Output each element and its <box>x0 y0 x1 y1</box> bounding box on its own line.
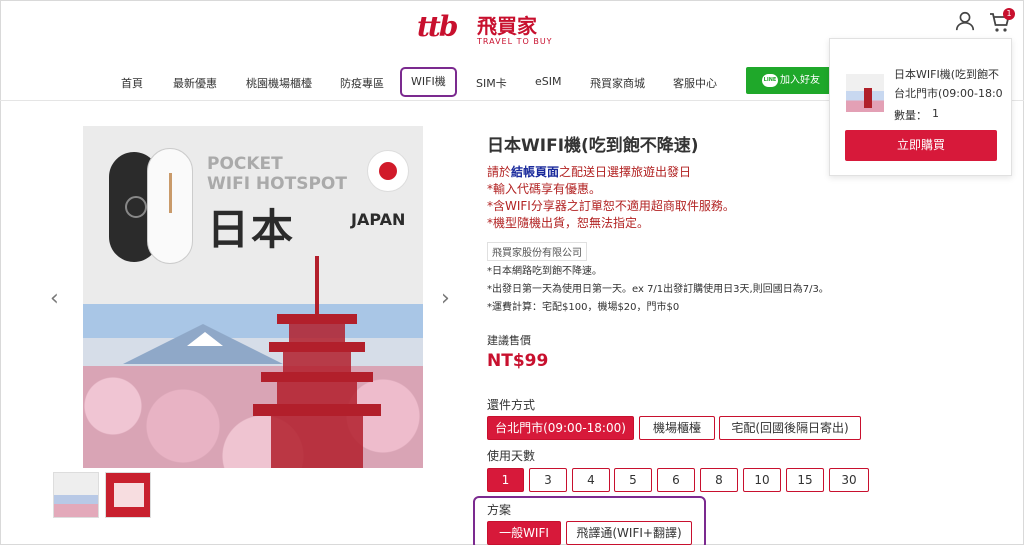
cart-popup: 日本WIFI機(吃到飽不 台北門市(09:00-18:0 數量： 1 立即購買 <box>829 38 1012 176</box>
logo-subtitle: TRAVEL TO BUY <box>477 37 553 46</box>
logo-mark: ttb <box>417 10 458 43</box>
checkout-note-post: 之配送日選擇旅遊出發日 <box>559 165 692 179</box>
pagoda-body-2 <box>283 352 351 372</box>
seller-tag[interactable]: 飛買家股份有限公司 <box>487 242 587 261</box>
mount-fuji-snowcap <box>187 332 223 346</box>
nav-item-sim[interactable]: SIM卡 <box>476 75 507 91</box>
cart-count-badge: 1 <box>1003 8 1015 20</box>
return-method-label: 還件方式 <box>487 398 536 412</box>
nav-item-airport-counter[interactable]: 桃園機場櫃檯 <box>246 75 312 91</box>
product-main-image: POCKET WIFI HOTSPOT 日本 JAPAN <box>83 126 423 468</box>
nav-item-customer-service[interactable]: 客服中心 <box>673 75 717 91</box>
pagoda-spire <box>315 256 319 316</box>
pagoda-body-1 <box>289 324 345 342</box>
user-icon[interactable] <box>954 10 976 32</box>
thumbnail-2-label-box <box>114 483 144 507</box>
line-add-friend-button[interactable]: LINE 加入好友 <box>746 67 832 94</box>
pagoda-roof-2 <box>269 342 365 352</box>
cart-item-thumbnail[interactable] <box>846 74 884 112</box>
image-pocket-text: POCKET WIFI HOTSPOT <box>207 154 347 194</box>
plan-option-standard-wifi[interactable]: 一般WIFI <box>487 521 561 545</box>
desc-unlimited: *日本網路吃到飽不降速。 <box>487 266 602 277</box>
cart-item-name[interactable]: 日本WIFI機(吃到飽不 <box>894 66 999 82</box>
days-option-4[interactable]: 4 <box>572 468 610 492</box>
return-option-airport-counter[interactable]: 機場櫃檯 <box>639 416 715 440</box>
cart-qty-label: 數量： <box>894 109 927 122</box>
image-japan-zh: 日本 <box>207 205 296 254</box>
nav-item-home[interactable]: 首頁 <box>121 75 143 91</box>
site-logo[interactable]: ttb 飛買家 TRAVEL TO BUY <box>417 10 552 50</box>
days-option-3[interactable]: 3 <box>529 468 567 492</box>
japan-flag-icon <box>367 150 409 192</box>
days-option-30[interactable]: 30 <box>829 468 869 492</box>
cart-qty-value: 1 <box>932 107 939 120</box>
usage-days-label: 使用天數 <box>487 449 536 463</box>
pagoda-roof-1 <box>277 314 357 324</box>
logo-brand: 飛買家 <box>477 14 537 38</box>
pagoda-body-3 <box>277 382 357 404</box>
checkout-note: 請於結帳頁面之配送日選擇旅遊出發日 <box>487 163 691 180</box>
image-japan-en: JAPAN <box>351 210 406 229</box>
checkout-page-link[interactable]: 結帳頁面 <box>511 165 559 179</box>
white-wifi-device <box>147 148 193 264</box>
nav-item-offers[interactable]: 最新優惠 <box>173 75 217 91</box>
days-option-5[interactable]: 5 <box>614 468 652 492</box>
pagoda-base <box>271 416 363 468</box>
return-option-home-delivery[interactable]: 宅配(回國後隔日寄出) <box>719 416 861 440</box>
days-option-8[interactable]: 8 <box>700 468 738 492</box>
promo-code-note: *輸入代碼享有優惠。 <box>487 182 602 196</box>
random-model-note: *機型隨機出貨，恕無法指定。 <box>487 216 650 230</box>
checkout-note-pre: 請於 <box>487 165 512 179</box>
cart-item-option: 台北門市(09:00-18:0 <box>894 87 1003 100</box>
pagoda-roof-3 <box>261 372 373 382</box>
nav-item-epidemic[interactable]: 防疫專區 <box>340 75 384 91</box>
image-pocket-line1: POCKET <box>207 154 283 174</box>
cart-thumb-pagoda <box>864 88 872 108</box>
days-option-15[interactable]: 15 <box>786 468 824 492</box>
product-thumbnail-2[interactable] <box>105 472 151 518</box>
image-pocket-line2: WIFI HOTSPOT <box>207 174 347 194</box>
nav-item-mall[interactable]: 飛買家商城 <box>590 75 645 91</box>
nav-item-esim[interactable]: eSIM <box>535 75 562 88</box>
desc-shipping-fee: *運費計算：宅配$100，機場$20，門市$0 <box>487 302 680 313</box>
nav-item-wifi[interactable]: WIFI機 <box>400 67 457 97</box>
price-value: NT$99 <box>487 351 549 371</box>
desc-usage-day: *出發日第一天為使用日第一天。ex 7/1出發訂購使用日3天,則回國日為7/3。 <box>487 284 829 295</box>
pagoda-roof-4 <box>253 404 381 416</box>
days-option-6[interactable]: 6 <box>657 468 695 492</box>
return-option-taipei-store[interactable]: 台北門市(09:00-18:00) <box>487 416 634 440</box>
plan-option-wifi-translator[interactable]: 飛譯通(WIFI+翻譯) <box>566 521 692 545</box>
buy-now-button[interactable]: 立即購買 <box>845 130 997 161</box>
plan-label: 方案 <box>487 503 512 517</box>
product-title: 日本WIFI機(吃到飽不降速) <box>487 136 699 156</box>
price-label: 建議售價 <box>487 334 531 347</box>
next-image-arrow-icon[interactable]: › <box>441 286 450 311</box>
no-convenience-store-note: *含WIFI分享器之訂單恕不適用超商取件服務。 <box>487 199 735 213</box>
product-thumbnail-1[interactable] <box>53 472 99 518</box>
line-logo-icon: LINE <box>762 74 778 87</box>
prev-image-arrow-icon[interactable]: ‹ <box>50 286 59 311</box>
days-option-10[interactable]: 10 <box>743 468 781 492</box>
days-option-1[interactable]: 1 <box>487 468 524 492</box>
line-button-label: 加入好友 <box>780 75 820 86</box>
